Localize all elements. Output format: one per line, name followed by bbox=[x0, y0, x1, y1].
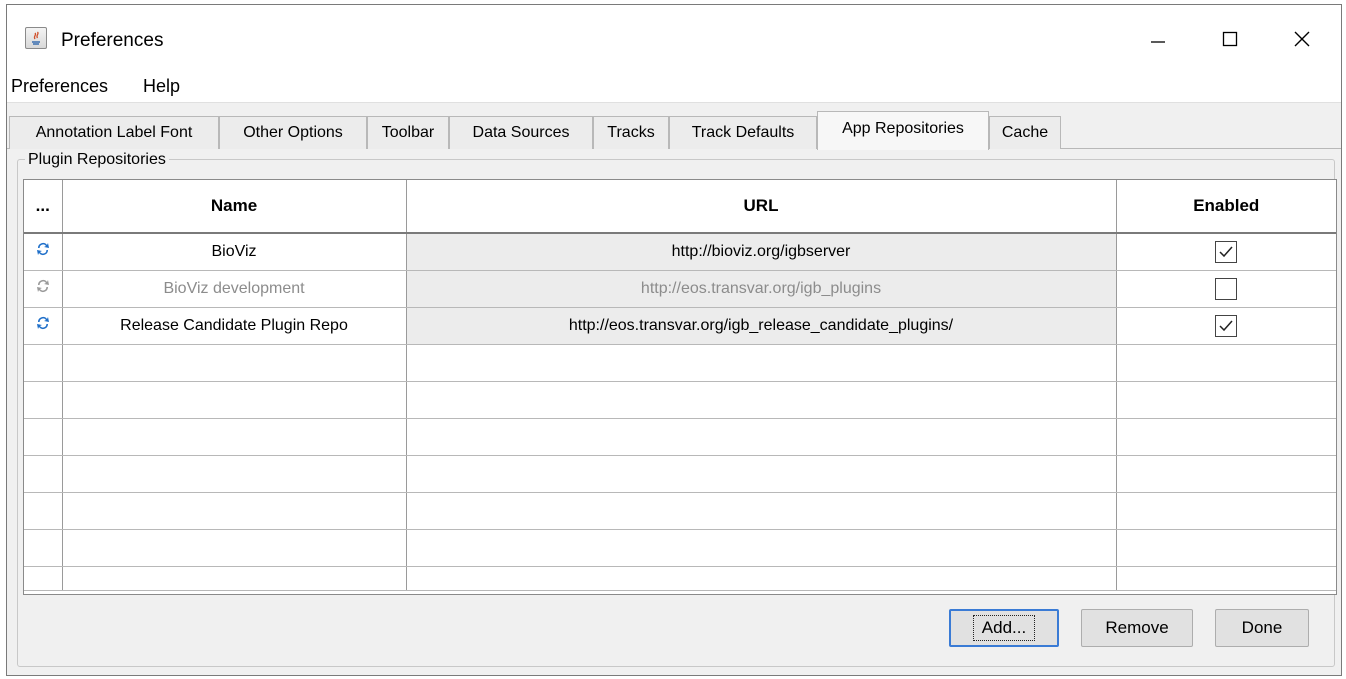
tab-data-sources[interactable]: Data Sources bbox=[449, 116, 593, 149]
table-row[interactable]: BioViz http://bioviz.org/igbserver bbox=[24, 233, 1336, 271]
minimize-icon bbox=[1151, 41, 1165, 43]
remove-button[interactable]: Remove bbox=[1081, 609, 1193, 647]
done-button[interactable]: Done bbox=[1215, 609, 1309, 647]
repo-url[interactable]: http://bioviz.org/igbserver bbox=[406, 233, 1117, 271]
window-title: Preferences bbox=[61, 30, 164, 51]
title-bar: Preferences bbox=[7, 5, 1341, 67]
menu-help[interactable]: Help bbox=[143, 76, 180, 97]
maximize-button[interactable] bbox=[1207, 19, 1253, 59]
check-icon bbox=[1219, 320, 1233, 331]
repo-name[interactable]: Release Candidate Plugin Repo bbox=[62, 307, 407, 345]
repo-url[interactable]: http://eos.transvar.org/igb_release_cand… bbox=[406, 307, 1117, 345]
tab-track-defaults[interactable]: Track Defaults bbox=[669, 116, 817, 149]
add-button[interactable]: Add... bbox=[949, 609, 1059, 647]
tab-other-options[interactable]: Other Options bbox=[219, 116, 367, 149]
repo-name[interactable]: BioViz development bbox=[62, 270, 407, 308]
refresh-icon[interactable] bbox=[24, 241, 62, 257]
empty-row bbox=[24, 529, 1336, 567]
repo-name[interactable]: BioViz bbox=[62, 233, 407, 271]
repo-url[interactable]: http://eos.transvar.org/igb_plugins bbox=[406, 270, 1117, 308]
column-header-url[interactable]: URL bbox=[406, 180, 1117, 234]
tab-app-repositories[interactable]: App Repositories bbox=[817, 111, 989, 150]
check-icon bbox=[1219, 246, 1233, 257]
refresh-cell[interactable] bbox=[24, 233, 63, 271]
minimize-button[interactable] bbox=[1135, 19, 1181, 59]
refresh-icon[interactable] bbox=[24, 278, 62, 294]
empty-row bbox=[24, 418, 1336, 456]
enabled-cell bbox=[1116, 307, 1336, 345]
enabled-checkbox[interactable] bbox=[1215, 277, 1238, 300]
menu-bar: Preferences Help bbox=[7, 67, 1341, 103]
empty-row bbox=[24, 492, 1336, 530]
refresh-icon[interactable] bbox=[24, 315, 62, 331]
empty-row bbox=[24, 566, 1336, 591]
tab-tracks[interactable]: Tracks bbox=[593, 116, 669, 149]
tab-cache[interactable]: Cache bbox=[989, 116, 1061, 149]
java-app-icon bbox=[25, 27, 47, 49]
enabled-cell bbox=[1116, 270, 1336, 308]
tab-annotation-label-font[interactable]: Annotation Label Font bbox=[9, 116, 219, 149]
tab-toolbar[interactable]: Toolbar bbox=[367, 116, 449, 149]
empty-row bbox=[24, 344, 1336, 382]
repositories-table: ... Name URL Enabled BioViz http://biovi… bbox=[23, 179, 1337, 595]
table-header-row: ... Name URL Enabled bbox=[24, 180, 1336, 234]
refresh-cell[interactable] bbox=[24, 307, 63, 345]
menu-preferences[interactable]: Preferences bbox=[11, 76, 108, 97]
close-icon bbox=[1294, 31, 1310, 47]
group-title: Plugin Repositories bbox=[25, 151, 169, 169]
column-header-name[interactable]: Name bbox=[62, 180, 407, 234]
enabled-checkbox[interactable] bbox=[1215, 314, 1238, 337]
close-button[interactable] bbox=[1279, 19, 1325, 59]
table-row[interactable]: Release Candidate Plugin Repo http://eos… bbox=[24, 307, 1336, 345]
add-button-label: Add... bbox=[972, 615, 1036, 641]
empty-row bbox=[24, 455, 1336, 493]
enabled-cell bbox=[1116, 233, 1336, 271]
maximize-icon bbox=[1222, 31, 1238, 47]
table-row[interactable]: BioViz development http://eos.transvar.o… bbox=[24, 270, 1336, 308]
refresh-cell[interactable] bbox=[24, 270, 63, 308]
preferences-window: Preferences Preferences Help Annotation … bbox=[6, 4, 1342, 676]
column-header-refresh[interactable]: ... bbox=[24, 180, 63, 234]
column-header-enabled[interactable]: Enabled bbox=[1116, 180, 1336, 234]
empty-row bbox=[24, 381, 1336, 419]
tab-strip: Annotation Label Font Other Options Tool… bbox=[7, 109, 1341, 150]
enabled-checkbox[interactable] bbox=[1215, 240, 1238, 263]
